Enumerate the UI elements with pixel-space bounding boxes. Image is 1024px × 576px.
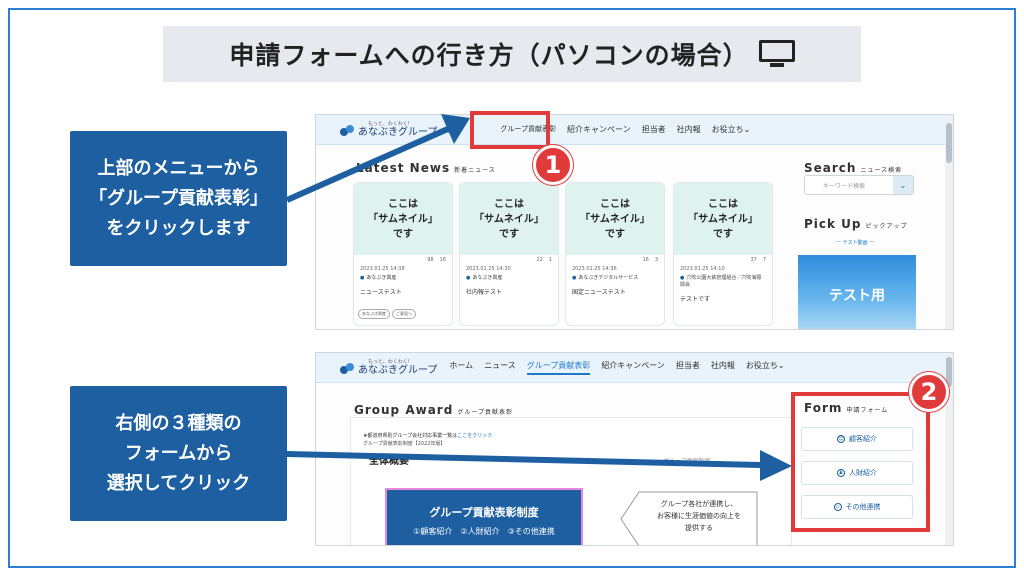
nav-item-group-award[interactable]: グループ貢献表彰 — [526, 360, 591, 375]
group-award-panel: ★都道府県別グループ会社対応事業一覧はここをクリック グループ貢献表彰制度【20… — [350, 417, 792, 545]
like-count: 7 — [762, 257, 766, 263]
site-logo[interactable]: もっと、わくわく! あなぶきグループ — [340, 359, 437, 376]
card-title: ニューステスト — [360, 289, 402, 296]
latest-news-heading: Latest News 新着ニュース — [356, 161, 496, 175]
view-count: 22 — [536, 257, 543, 263]
card-title: 国定ニューステスト — [572, 289, 626, 296]
card-date: 2023.01.25 14:30 — [466, 266, 511, 272]
scrollbar[interactable] — [945, 115, 953, 329]
card-date: 2023.01.25 14:10 — [680, 266, 725, 272]
chevron-down-icon[interactable]: ⌄ — [893, 176, 913, 194]
news-card[interactable]: ここは 「サムネイル」 です 98 16 2023.01.25 14:38 あなぶ… — [354, 183, 452, 325]
nav-item-home-partial[interactable]: ホ — [445, 124, 453, 135]
view-count: 37 — [750, 257, 757, 263]
logo-name: あなぶきグループ — [358, 365, 438, 376]
system-title: グループ貢献表彰制度 — [429, 506, 539, 519]
pickup-heading: Pick Up ピックアップ — [804, 217, 908, 231]
logo-mark-icon — [340, 361, 354, 375]
page-title-banner: 申請フォームへの行き方（パソコンの場合） — [163, 26, 861, 82]
notice-link[interactable]: ここをクリック — [457, 433, 492, 439]
like-count: 3 — [654, 257, 658, 263]
site-logo[interactable]: もっと、わくわく! あなぶきグループ — [340, 121, 437, 138]
nav-item-newsletter[interactable]: 社内報 — [677, 124, 701, 135]
notice-text: ★都道府県別グループ会社対応事業一覧はここをクリック — [363, 433, 493, 439]
notice-subtext[interactable]: グループ貢献表彰制度【2022年版】 — [363, 440, 445, 447]
nav-item-campaign[interactable]: 紹介キャンペーン — [601, 360, 665, 375]
group-award-heading: Group Award グループ貢献表彰 — [354, 403, 513, 417]
card-category: 穴吹公園大鉄管理組合／穴吹海振興会 — [674, 273, 772, 289]
screenshot-top-page: もっと、わくわく! あなぶきグループ ホ グループ貢献表彰 紹介キャンペーン 担… — [315, 114, 954, 330]
nav-item-news[interactable]: ニュース — [484, 360, 516, 375]
card-category: あなぶき興産 — [460, 273, 558, 282]
card-category: あなぶきデジタルサービス — [566, 273, 664, 282]
card-thumbnail: ここは 「サムネイル」 です — [354, 183, 452, 255]
callout-step-2: 右側の３種類の フォームから 選択してクリック — [70, 386, 287, 521]
card-tag[interactable]: ご意見へ — [392, 309, 416, 319]
monitor-icon — [758, 40, 795, 68]
news-card[interactable]: ここは 「サムネイル」 です 16 3 2023.01.25 14:36 あなぶき… — [566, 183, 664, 325]
page-title: 申請フォームへの行き方（パソコンの場合） — [229, 41, 749, 70]
card-title: 社内報テスト — [466, 289, 503, 296]
callout-step-1: 上部のメニューから 「グループ貢献表彰」 をクリックします — [70, 131, 287, 266]
view-count: 16 — [642, 257, 649, 263]
search-placeholder: キーワード検索 — [823, 182, 866, 190]
step-badge-2: 2 — [909, 372, 949, 412]
like-count: 16 — [439, 257, 446, 263]
news-card[interactable]: ここは 「サムネイル」 です 22 1 2023.01.25 14:30 あなぶき… — [460, 183, 558, 325]
card-thumbnail: ここは 「サムネイル」 です — [460, 183, 558, 255]
concept-arrow-box: グループ各社が連携し、 お客様に生涯価値の向上を 提供する — [619, 490, 759, 545]
nav-item-staff[interactable]: 担当者 — [642, 124, 666, 135]
card-thumbnail: ここは 「サムネイル」 です — [674, 183, 772, 255]
highlight-nav-group-award — [470, 111, 550, 149]
system-subtitle: ①顧客紹介 ②人財紹介 ③その他連携 — [413, 527, 555, 536]
card-date: 2023.01.25 14:36 — [572, 266, 617, 272]
card-title: テストです — [680, 296, 711, 303]
nav-item-useful[interactable]: お役立ち⌄ — [746, 360, 785, 375]
nav-item-campaign[interactable]: 紹介キャンペーン — [567, 124, 631, 135]
logo-name: あなぶきグループ — [358, 127, 438, 138]
highlight-form-panel — [791, 392, 930, 532]
pickup-label: ー テスト動画 ー — [836, 240, 875, 246]
card-category: あなぶき興産 — [354, 273, 452, 282]
like-count: 1 — [548, 257, 552, 263]
overview-heading: 全体概要 — [369, 456, 409, 467]
pickup-image[interactable]: テスト用 — [798, 255, 916, 329]
news-card[interactable]: ここは 「サムネイル」 です 37 7 2023.01.25 14:10 穴吹公園… — [674, 183, 772, 325]
system-box: グループ貢献表彰制度 ①顧客紹介 ②人財紹介 ③その他連携 — [385, 488, 583, 545]
step-badge-1: 1 — [533, 145, 573, 185]
card-tag[interactable]: あなぶき興産 — [358, 309, 390, 319]
view-count: 98 — [427, 257, 434, 263]
search-heading: Search ニュース検索 — [804, 161, 903, 175]
nav-item-newsletter[interactable]: 社内報 — [711, 360, 735, 375]
logo-mark-icon — [340, 123, 354, 137]
card-date: 2023.01.25 14:38 — [360, 266, 405, 272]
search-input[interactable]: キーワード検索 ⌄ — [804, 175, 914, 195]
faint-label: グループ貢献制度 — [663, 458, 711, 465]
nav-item-useful[interactable]: お役立ち⌄ — [712, 124, 751, 135]
site-nav: もっと、わくわく! あなぶきグループ ホ グループ貢献表彰 紹介キャンペーン 担… — [316, 115, 953, 145]
concept-text: グループ各社が連携し、 お客様に生涯価値の向上を 提供する — [657, 500, 741, 532]
site-nav: もっと、わくわく! あなぶきグループ ホーム ニュース グループ貢献表彰 紹介キ… — [316, 353, 953, 383]
nav-item-home[interactable]: ホーム — [449, 360, 473, 375]
card-thumbnail: ここは 「サムネイル」 です — [566, 183, 664, 255]
nav-item-staff[interactable]: 担当者 — [676, 360, 700, 375]
